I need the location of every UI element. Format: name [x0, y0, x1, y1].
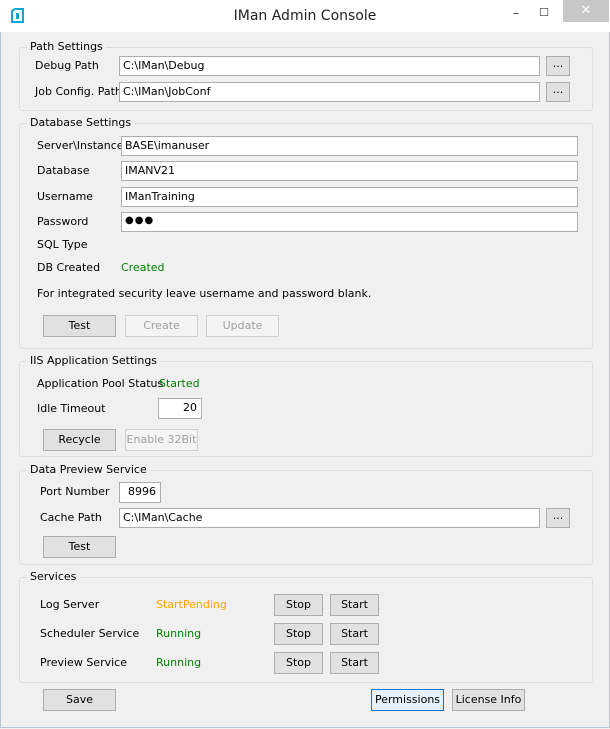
cache-path-field[interactable]: C:\IMan\Cache	[119, 508, 540, 528]
service-name-scheduler: Scheduler Service	[40, 627, 140, 640]
idle-timeout-field[interactable]: 20	[158, 398, 202, 419]
db-update-button[interactable]: Update	[206, 315, 279, 337]
debug-path-label: Debug Path	[35, 59, 99, 72]
integrated-security-note: For integrated security leave username a…	[37, 287, 372, 300]
db-created-status: Created	[121, 261, 165, 274]
service-name-log-server: Log Server	[40, 598, 100, 611]
recycle-button[interactable]: Recycle	[43, 429, 116, 451]
permissions-button[interactable]: Permissions	[371, 689, 444, 711]
scheduler-stop-button[interactable]: Stop	[274, 623, 323, 645]
cache-path-label: Cache Path	[40, 511, 102, 524]
path-settings-title: Path Settings	[27, 40, 106, 53]
job-config-path-field[interactable]: C:\IMan\JobConf	[119, 82, 540, 102]
close-button[interactable]: ✕	[563, 0, 609, 22]
idle-timeout-label: Idle Timeout	[37, 402, 106, 415]
minimize-button[interactable]: –	[502, 0, 530, 26]
username-field[interactable]: IManTraining	[121, 187, 578, 207]
job-config-path-label: Job Config. Path	[35, 85, 122, 98]
server-instance-label: Server\Instance	[37, 139, 124, 152]
port-number-field[interactable]: 8996	[119, 482, 161, 503]
save-button[interactable]: Save	[43, 689, 116, 711]
database-settings-title: Database Settings	[27, 116, 135, 129]
db-test-button[interactable]: Test	[43, 315, 116, 337]
iis-settings-title: IIS Application Settings	[27, 354, 161, 367]
service-status-preview: Running	[156, 656, 202, 669]
enable-32bit-button[interactable]: Enable 32Bit	[125, 429, 198, 451]
username-label: Username	[37, 190, 94, 203]
preview-test-button[interactable]: Test	[43, 536, 116, 558]
service-status-scheduler: Running	[156, 627, 202, 640]
scheduler-start-button[interactable]: Start	[330, 623, 379, 645]
database-label: Database	[37, 164, 90, 177]
preview-stop-button[interactable]: Stop	[274, 652, 323, 674]
password-field[interactable]: ●●●	[121, 212, 578, 232]
cache-path-browse-button[interactable]: ...	[546, 508, 570, 528]
preview-start-button[interactable]: Start	[330, 652, 379, 674]
log-server-stop-button[interactable]: Stop	[274, 594, 323, 616]
db-created-label: DB Created	[37, 261, 101, 274]
data-preview-title: Data Preview Service	[27, 463, 150, 476]
debug-path-field[interactable]: C:\IMan\Debug	[119, 56, 540, 76]
port-number-label: Port Number	[40, 485, 110, 498]
app-pool-status-label: Application Pool Status	[37, 377, 164, 390]
app-pool-status-value: Started	[159, 377, 200, 390]
job-config-browse-button[interactable]: ...	[546, 82, 570, 102]
service-status-log-server: StartPending	[156, 598, 227, 611]
title-bar: IMan Admin Console – ☐ ✕	[0, 0, 610, 32]
license-info-button[interactable]: License Info	[452, 689, 525, 711]
debug-path-browse-button[interactable]: ...	[546, 56, 570, 76]
server-instance-field[interactable]: BASE\imanuser	[121, 136, 578, 156]
sql-type-label: SQL Type	[37, 238, 88, 251]
service-name-preview: Preview Service	[40, 656, 127, 669]
database-field[interactable]: IMANV21	[121, 161, 578, 181]
log-server-start-button[interactable]: Start	[330, 594, 379, 616]
maximize-button[interactable]: ☐	[530, 0, 558, 26]
db-create-button[interactable]: Create	[125, 315, 198, 337]
services-title: Services	[27, 570, 80, 583]
password-label: Password	[37, 215, 89, 228]
